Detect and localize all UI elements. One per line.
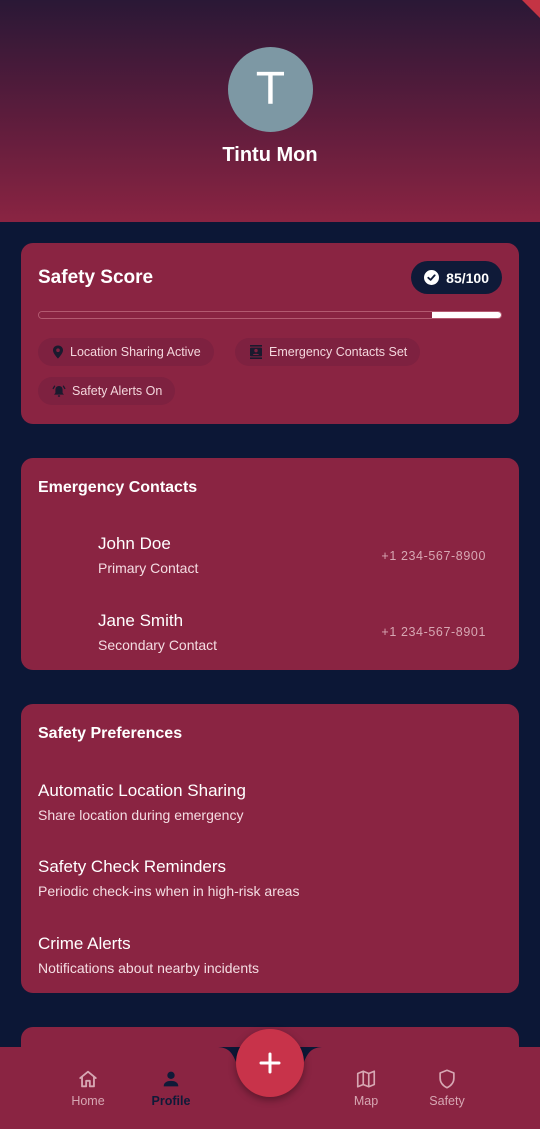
chip-label: Location Sharing Active	[70, 345, 201, 359]
preference-item-location-sharing[interactable]: Automatic Location Sharing Share locatio…	[38, 781, 246, 823]
preference-subtitle: Share location during emergency	[38, 807, 244, 823]
safety-score-value: 85/100	[446, 269, 489, 286]
chip-emergency-contacts: Emergency Contacts Set	[235, 338, 421, 366]
shield-icon	[439, 1069, 455, 1089]
nav-item-map[interactable]: Map	[326, 1068, 406, 1108]
location-pin-icon	[53, 345, 63, 359]
avatar[interactable]: T	[228, 47, 313, 132]
contact-phone[interactable]: +1 234-567-8900	[381, 549, 486, 563]
safety-preferences-title: Safety Preferences	[38, 725, 183, 742]
nav-label-home: Home	[71, 1094, 105, 1108]
map-icon	[356, 1070, 376, 1088]
emergency-contacts-title: Emergency Contacts	[38, 479, 198, 496]
safety-score-card: Safety Score 85/100 Location Sharing Act…	[21, 243, 519, 424]
avatar-initial: T	[257, 64, 284, 115]
nav-item-profile[interactable]: Profile	[131, 1068, 211, 1108]
preference-subtitle: Periodic check-ins when in high-risk are…	[38, 883, 300, 899]
add-fab-button[interactable]	[236, 1029, 304, 1097]
safety-preferences-card: Safety Preferences Automatic Location Sh…	[21, 704, 519, 993]
contact-phone[interactable]: +1 234-567-8901	[381, 625, 486, 639]
debug-banner-corner	[522, 0, 540, 18]
nav-label-profile: Profile	[151, 1094, 191, 1108]
preference-title: Automatic Location Sharing	[38, 781, 246, 800]
profile-header: T Tintu Mon	[0, 0, 540, 222]
preference-subtitle: Notifications about nearby incidents	[38, 960, 260, 976]
nav-item-home[interactable]: Home	[48, 1068, 128, 1108]
contacts-book-icon	[250, 345, 262, 359]
verified-check-icon	[424, 270, 440, 285]
nav-label-map: Map	[353, 1094, 379, 1108]
safety-score-badge: 85/100	[411, 261, 502, 294]
nav-item-safety[interactable]: Safety	[407, 1068, 487, 1108]
nav-label-safety: Safety	[429, 1094, 465, 1108]
user-name: Tintu Mon	[222, 144, 318, 166]
preference-item-crime-alerts[interactable]: Crime Alerts Notifications about nearby …	[38, 934, 259, 976]
emergency-contacts-card: Emergency Contacts John Doe Primary Cont…	[21, 458, 519, 670]
progress-remaining	[431, 312, 501, 318]
chip-safety-alerts: Safety Alerts On	[38, 377, 176, 405]
chip-label: Safety Alerts On	[72, 384, 163, 398]
safety-score-title: Safety Score	[38, 267, 154, 288]
safety-score-progress-bar	[38, 311, 502, 319]
chip-location-sharing: Location Sharing Active	[38, 338, 214, 366]
preference-item-check-reminders[interactable]: Safety Check Reminders Periodic check-in…	[38, 857, 299, 899]
home-icon	[79, 1070, 97, 1088]
preference-title: Crime Alerts	[38, 934, 131, 953]
chip-label: Emergency Contacts Set	[269, 345, 408, 359]
progress-fill	[39, 312, 432, 318]
plus-icon	[259, 1052, 281, 1074]
contact-role: Secondary Contact	[98, 637, 218, 653]
person-icon	[163, 1071, 179, 1087]
preference-title: Safety Check Reminders	[38, 857, 227, 876]
alarm-bell-icon	[52, 385, 66, 397]
